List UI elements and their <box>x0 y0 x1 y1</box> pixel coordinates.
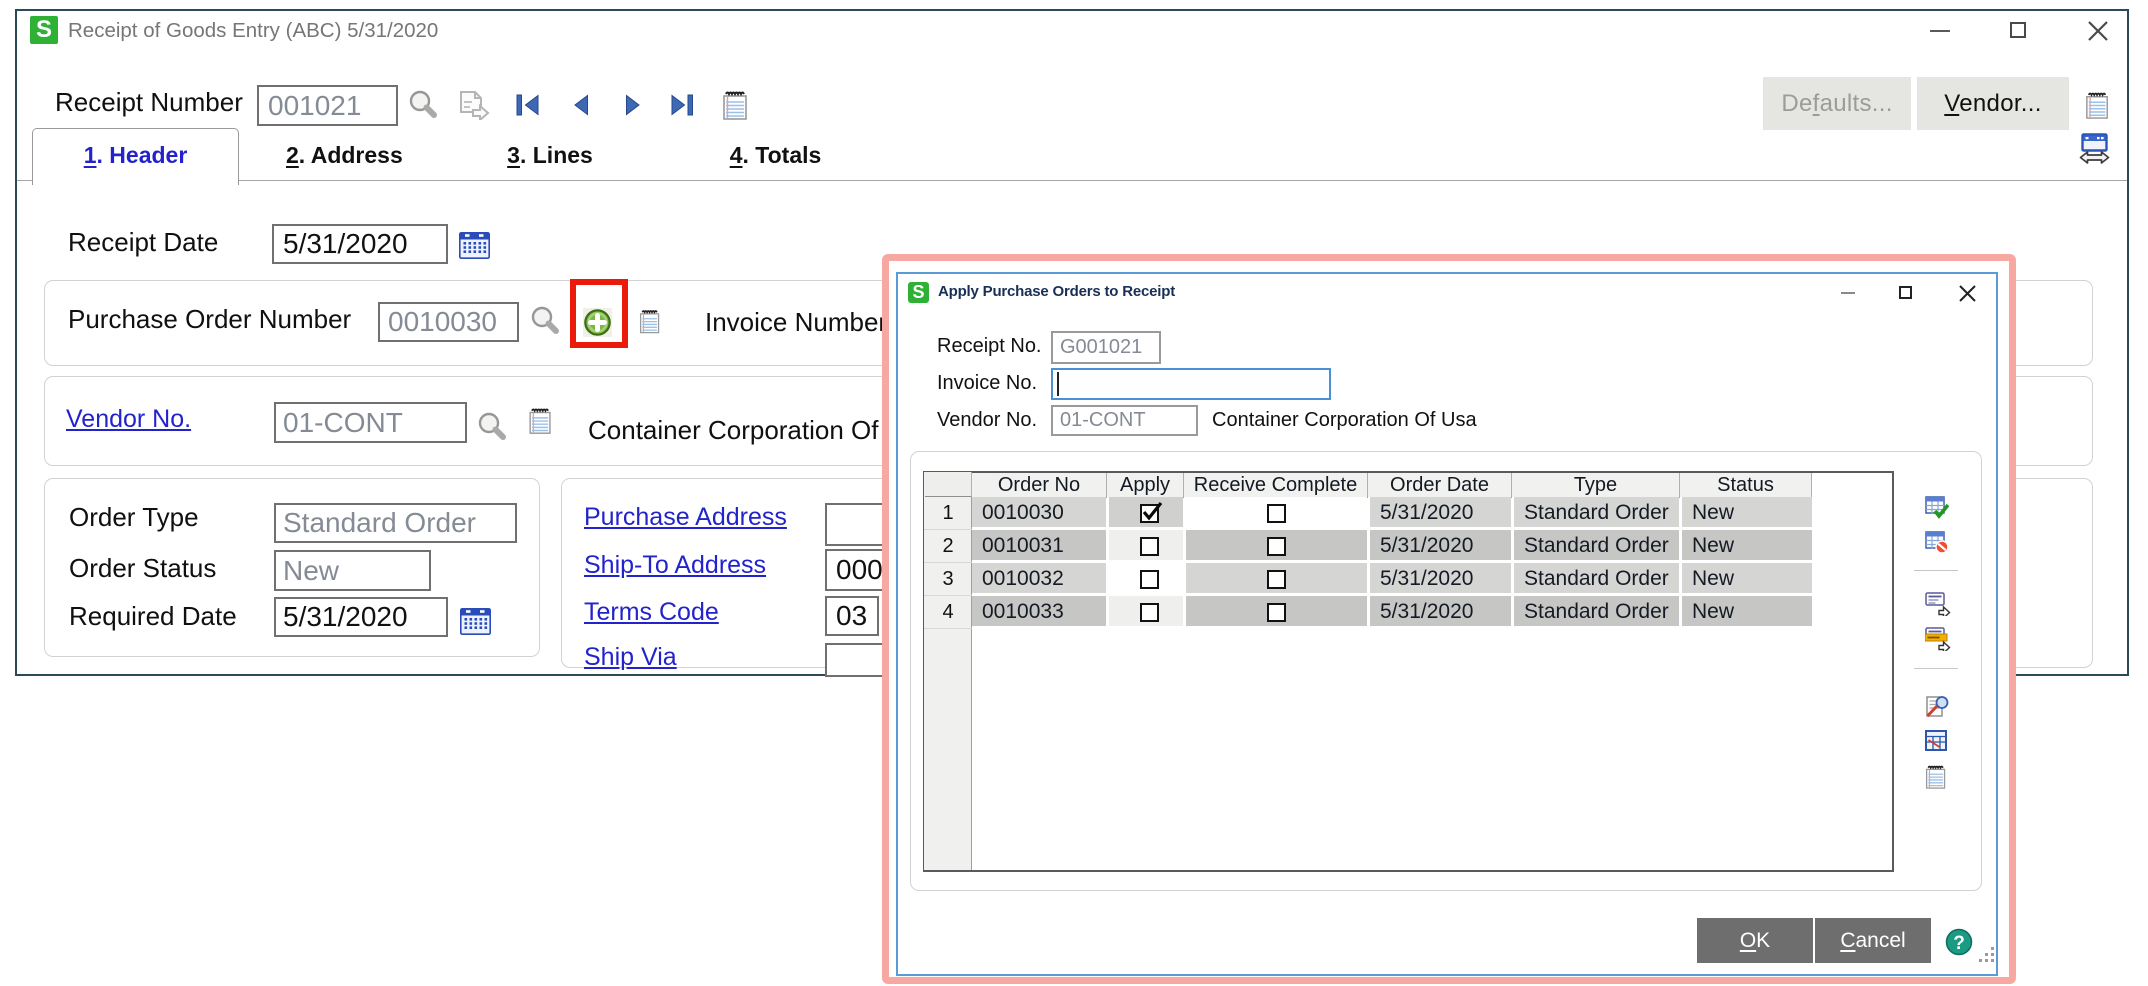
svg-text:?: ? <box>1953 933 1965 954</box>
